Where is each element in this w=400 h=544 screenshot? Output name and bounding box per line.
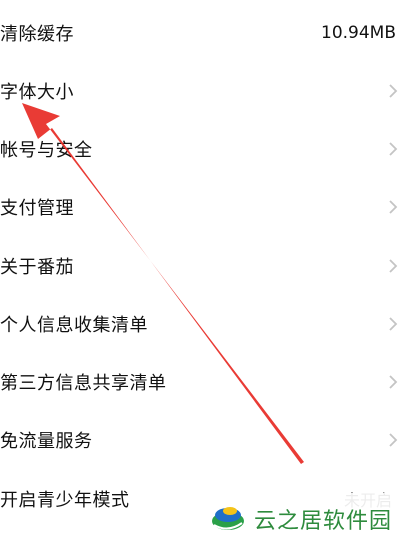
chevron-right-icon: [389, 317, 398, 331]
row-third-party-sharing[interactable]: 第三方信息共享清单: [0, 353, 400, 411]
chevron-right-icon: [389, 375, 398, 389]
row-account-security[interactable]: 帐号与安全: [0, 120, 400, 178]
watermark-text: 云之居软件园: [254, 508, 393, 534]
row-label-clear-cache: 清除缓存: [0, 24, 74, 45]
row-payment[interactable]: 支付管理: [0, 178, 400, 236]
row-label-account-security: 帐号与安全: [0, 140, 93, 161]
row-label-about: 关于番茄: [0, 257, 74, 278]
chevron-right-icon: [389, 142, 398, 156]
row-free-data-service[interactable]: 免流量服务: [0, 411, 400, 469]
chevron-right-icon: [389, 259, 398, 273]
row-label-personal-info-list: 个人信息收集清单: [0, 315, 148, 336]
chevron-right-icon: [389, 84, 398, 98]
row-label-payment: 支付管理: [0, 198, 74, 219]
chevron-right-icon: [389, 200, 398, 214]
chevron-right-icon: [389, 433, 398, 447]
row-label-teen-mode: 开启青少年模式: [0, 490, 130, 511]
row-clear-cache[interactable]: 清除缓存 10.94MB: [0, 4, 400, 62]
row-personal-info-list[interactable]: 个人信息收集清单: [0, 295, 400, 353]
watermark: 云之居软件园: [200, 493, 400, 544]
row-label-third-party-sharing: 第三方信息共享清单: [0, 373, 167, 394]
row-label-font-size: 字体大小: [0, 82, 74, 103]
row-label-free-data-service: 免流量服务: [0, 431, 93, 452]
settings-list: 清除缓存 10.94MB 字体大小 帐号与安全 支付管理 关于番茄 个人信息收集…: [0, 0, 400, 544]
row-about[interactable]: 关于番茄: [0, 237, 400, 295]
cache-size-value: 10.94MB: [321, 23, 396, 43]
row-font-size[interactable]: 字体大小: [0, 62, 400, 120]
watermark-logo-icon: [212, 506, 244, 530]
